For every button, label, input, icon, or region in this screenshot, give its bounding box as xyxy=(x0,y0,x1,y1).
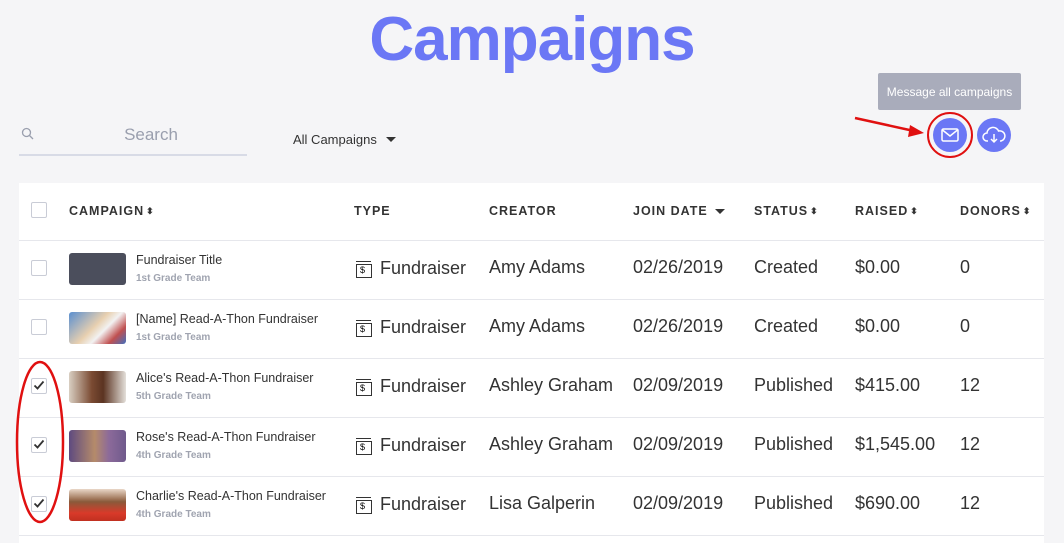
check-icon xyxy=(33,439,45,449)
campaigns-table: CAMPAIGN ⬍ TYPE CREATOR JOIN DATE STATUS… xyxy=(19,183,1044,543)
campaign-team: 4th Grade Team xyxy=(136,509,211,520)
check-icon xyxy=(33,498,45,508)
row-checkbox[interactable] xyxy=(31,319,47,335)
table-row[interactable]: [Name] Read-A-Thon Fundraiser 1st Grade T… xyxy=(19,299,1044,359)
campaign-type: Fundraiser xyxy=(380,435,467,455)
campaign-thumbnail xyxy=(69,489,126,521)
campaign-status: Created xyxy=(754,257,819,277)
header-join-date[interactable]: JOIN DATE xyxy=(633,204,725,218)
sort-icon: ⬍ xyxy=(910,205,918,216)
table-row[interactable]: Alice's Read-A-Thon Fundraiser 5th Grade … xyxy=(19,358,1044,418)
sort-desc-icon xyxy=(714,208,725,214)
sort-icon: ⬍ xyxy=(1022,205,1031,216)
campaign-join-date: 02/09/2019 xyxy=(633,434,724,454)
search-icon xyxy=(21,127,34,140)
page-title: Campaigns xyxy=(369,5,695,74)
campaign-donors: 12 xyxy=(960,375,981,395)
campaign-join-date: 02/26/2019 xyxy=(633,257,724,277)
campaign-thumbnail xyxy=(69,312,126,344)
download-button[interactable] xyxy=(977,118,1011,152)
search-input[interactable] xyxy=(59,120,243,150)
campaign-team: 5th Grade Team xyxy=(136,391,211,402)
campaign-name[interactable]: [Name] Read-A-Thon Fundraiser xyxy=(136,312,318,326)
campaign-creator: Lisa Galperin xyxy=(489,493,596,513)
campaign-type: Fundraiser xyxy=(380,317,467,337)
header-campaign[interactable]: CAMPAIGN ⬍ xyxy=(69,204,154,218)
fundraiser-icon: $ xyxy=(356,261,372,278)
campaign-join-date: 02/09/2019 xyxy=(633,493,724,513)
campaign-name[interactable]: Charlie's Read-A-Thon Fundraiser xyxy=(136,489,326,503)
header-raised[interactable]: RAISED ⬍ xyxy=(855,204,918,218)
search-box[interactable] xyxy=(19,118,247,156)
row-checkbox[interactable] xyxy=(31,260,47,276)
row-checkbox[interactable] xyxy=(31,437,47,453)
row-checkbox[interactable] xyxy=(31,378,47,394)
campaign-thumbnail xyxy=(69,253,126,285)
campaign-team: 1st Grade Team xyxy=(136,332,211,343)
sort-icon: ⬍ xyxy=(810,205,818,216)
check-icon xyxy=(33,380,45,390)
chevron-down-icon xyxy=(385,137,396,142)
fundraiser-icon: $ xyxy=(356,438,372,455)
campaign-creator: Ashley Graham xyxy=(489,375,614,395)
campaign-donors: 0 xyxy=(960,316,971,336)
campaign-status: Published xyxy=(754,434,834,454)
sort-icon: ⬍ xyxy=(146,205,154,216)
campaign-raised: $1,545.00 xyxy=(855,434,936,454)
fundraiser-icon: $ xyxy=(356,320,372,337)
filter-label: All Campaigns xyxy=(293,132,377,147)
campaign-status: Published xyxy=(754,493,834,513)
campaign-status: Published xyxy=(754,375,834,395)
header-status[interactable]: STATUS ⬍ xyxy=(754,204,818,218)
campaign-type: Fundraiser xyxy=(380,258,467,278)
row-checkbox[interactable] xyxy=(31,496,47,512)
campaign-status: Created xyxy=(754,316,819,336)
annotation-circle xyxy=(927,112,973,158)
campaign-thumbnail xyxy=(69,430,126,462)
campaign-join-date: 02/09/2019 xyxy=(633,375,724,395)
fundraiser-icon: $ xyxy=(356,497,372,514)
table-row[interactable]: Rose's Read-A-Thon Fundraiser 4th Grade T… xyxy=(19,417,1044,477)
campaign-team: 4th Grade Team xyxy=(136,450,211,461)
cloud-download-icon xyxy=(982,126,1006,144)
campaign-creator: Amy Adams xyxy=(489,257,586,277)
header-donors[interactable]: DONORS ⬍ xyxy=(960,204,1030,218)
campaign-name[interactable]: Alice's Read-A-Thon Fundraiser xyxy=(136,371,313,385)
campaign-name[interactable]: Rose's Read-A-Thon Fundraiser xyxy=(136,430,316,444)
campaign-type: Fundraiser xyxy=(380,376,467,396)
campaign-raised: $415.00 xyxy=(855,375,921,395)
table-row[interactable]: Fundraiser Title 1st Grade Team $ Fundraise… xyxy=(19,240,1044,300)
campaign-donors: 12 xyxy=(960,434,981,454)
select-all-checkbox[interactable] xyxy=(31,202,47,218)
campaign-donors: 0 xyxy=(960,257,971,277)
campaign-creator: Amy Adams xyxy=(489,316,586,336)
table-header: CAMPAIGN ⬍ TYPE CREATOR JOIN DATE STATUS… xyxy=(19,183,1044,241)
campaign-donors: 12 xyxy=(960,493,981,513)
header-creator: CREATOR xyxy=(489,204,557,218)
campaign-raised: $0.00 xyxy=(855,257,901,277)
fundraiser-icon: $ xyxy=(356,379,372,396)
campaign-filter-dropdown[interactable]: All Campaigns xyxy=(293,132,396,147)
campaign-raised: $0.00 xyxy=(855,316,901,336)
header-type: TYPE xyxy=(354,204,391,218)
campaign-join-date: 02/26/2019 xyxy=(633,316,724,336)
campaign-type: Fundraiser xyxy=(380,494,467,514)
campaign-name[interactable]: Fundraiser Title xyxy=(136,253,222,267)
campaign-creator: Ashley Graham xyxy=(489,434,614,454)
annotation-arrow xyxy=(854,116,915,133)
campaign-team: 1st Grade Team xyxy=(136,273,211,284)
table-row[interactable]: Charlie's Read-A-Thon Fundraiser 4th Grad… xyxy=(19,476,1044,536)
campaign-raised: $690.00 xyxy=(855,493,921,513)
message-tooltip: Message all campaigns xyxy=(878,73,1021,110)
annotation-arrowhead xyxy=(908,125,924,137)
campaign-thumbnail xyxy=(69,371,126,403)
